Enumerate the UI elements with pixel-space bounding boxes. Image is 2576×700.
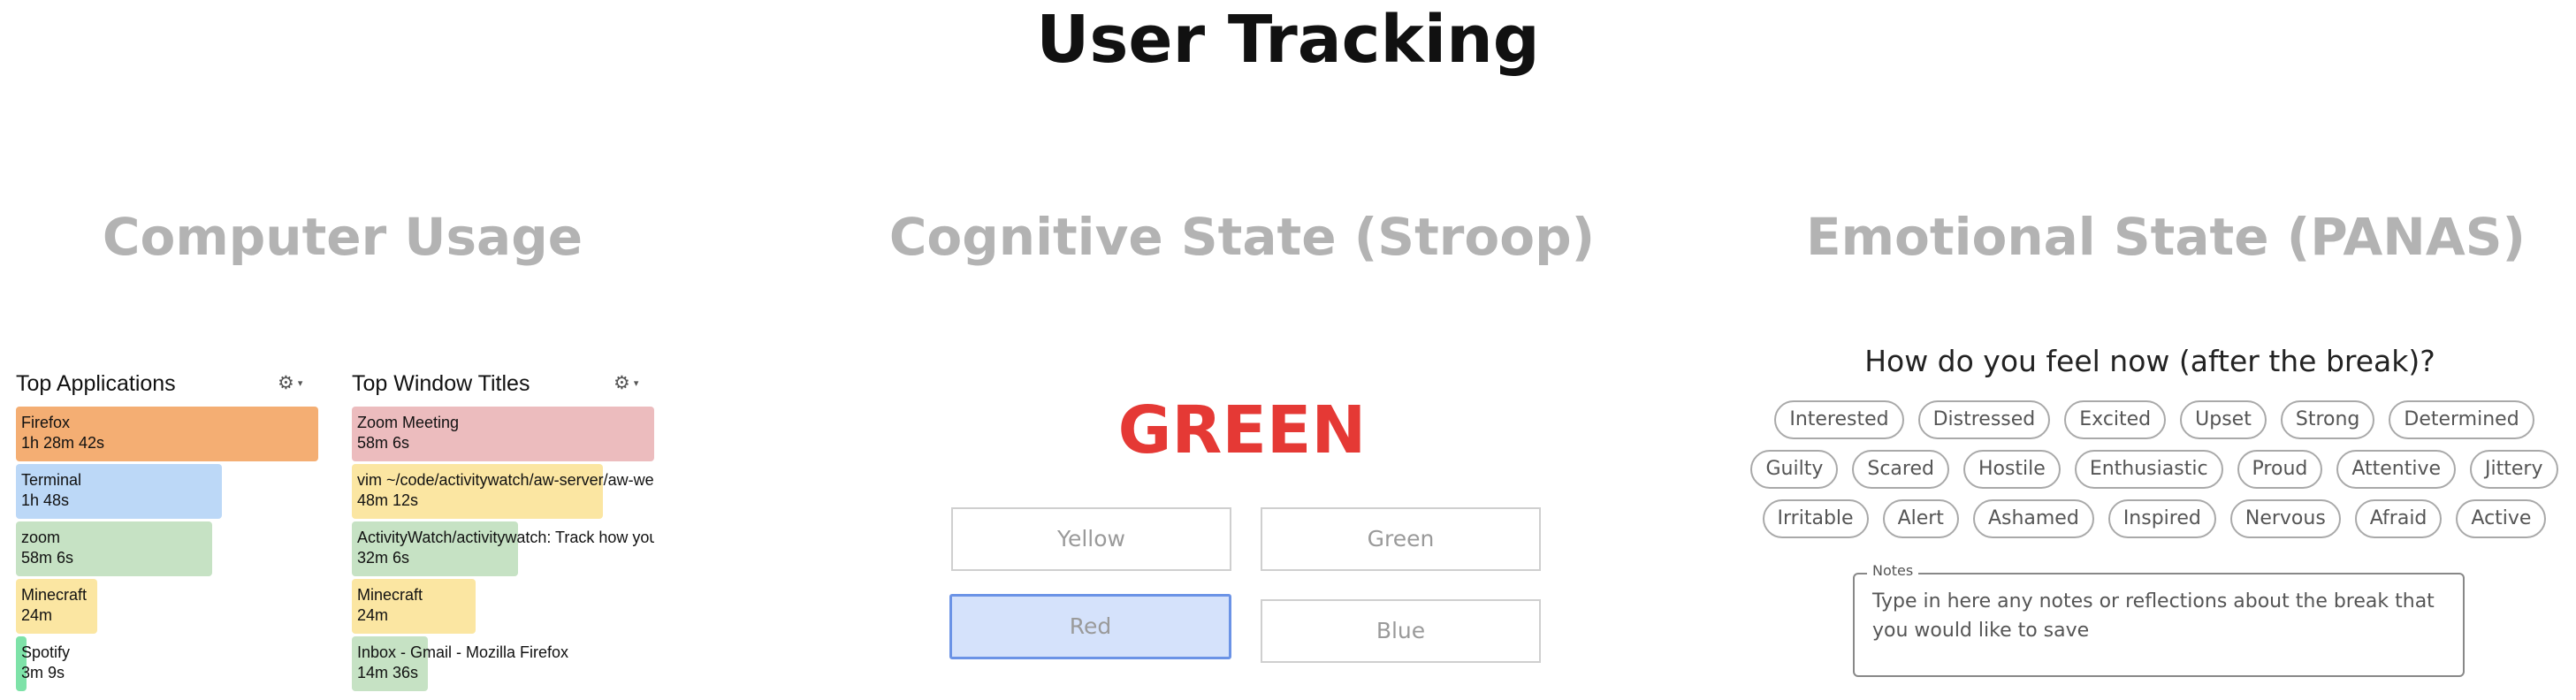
bar-item[interactable]: Minecraft 24m [352,579,654,634]
panas-chip-jittery[interactable]: Jittery [2470,450,2558,489]
section-title-cognitive-state: Cognitive State (Stroop) [888,207,1596,267]
bar-duration: 3m 9s [21,664,65,681]
caret-down-icon: ▾ [297,378,303,390]
panas-chip-active[interactable]: Active [2456,499,2547,538]
bar-label: Minecraft [357,586,423,604]
stroop-option-red[interactable]: Red [949,594,1231,659]
bar-duration: 24m [357,606,389,624]
top-applications-settings-button[interactable]: ⚙ ▾ [278,373,302,394]
panas-chip-inspired[interactable]: Inspired [2107,499,2216,538]
bar-label: Spotify [21,643,71,661]
panas-chip-irritable[interactable]: Irritable [1762,499,1869,538]
panas-chip-proud[interactable]: Proud [2237,450,2323,489]
bar-label: Inbox - Gmail - Mozilla Firefox [357,643,569,661]
stroop-option-yellow[interactable]: Yellow [951,507,1231,571]
bar-duration: 58m 6s [21,549,74,567]
panas-chip-guilty[interactable]: Guilty [1750,450,1839,489]
panas-chip-row: Irritable Alert Ashamed Inspired Nervous Afra… [1733,499,2576,538]
panas-chip-hostile[interactable]: Hostile [1962,450,2061,489]
top-window-titles-settings-button[interactable]: ⚙ ▾ [614,373,638,394]
notes-label: Notes [1867,562,1919,580]
notes-placeholder: Type in here any notes or reflections ab… [1872,590,2435,642]
bar-label: ActivityWatch/activitywatch: Track how y… [357,529,654,546]
bar-label: Zoom Meeting [357,414,460,431]
panas-chip-attentive[interactable]: Attentive [2336,450,2457,489]
bar-item[interactable]: zoom 58m 6s [16,521,318,576]
stroop-option-green[interactable]: Green [1261,507,1541,571]
bar-duration: 14m 36s [357,664,419,681]
bar-item[interactable]: Spotify 3m 9s [16,636,318,691]
panas-question: How do you feel now (after the break)? [1864,344,2435,378]
panas-chip-row: Interested Distressed Excited Upset Strong De… [1733,400,2576,439]
caret-down-icon: ▾ [633,378,639,390]
stroop-option-blue[interactable]: Blue [1261,599,1541,663]
bar-duration: 1h 48s [21,491,70,509]
bar-label: vim ~/code/activitywatch/aw-server/aw-we… [357,471,654,489]
panas-chip-alert[interactable]: Alert [1882,499,1959,538]
bar-label: Terminal [21,471,82,489]
bar-duration: 32m 6s [357,549,410,567]
bar-item[interactable]: Firefox 1h 28m 42s [16,407,318,461]
bar-label: zoom [21,529,61,546]
bar-label: Minecraft [21,586,88,604]
section-title-computer-usage: Computer Usage [102,207,583,267]
panas-chip-determined[interactable]: Determined [2389,400,2534,439]
bar-duration: 58m 6s [357,434,410,452]
stroop-word: GREEN [1117,392,1367,468]
panas-chip-row: Guilty Scared Hostile Enthusiastic Proud Atte… [1733,450,2576,489]
bar-duration: 1h 28m 42s [21,434,105,452]
panas-chip-excited[interactable]: Excited [2064,400,2167,439]
bar-item[interactable]: Inbox - Gmail - Mozilla Firefox 14m 36s [352,636,654,691]
bar-item[interactable]: Zoom Meeting 58m 6s [352,407,654,461]
page-title: User Tracking [1036,2,1540,78]
bar-item[interactable]: Terminal 1h 48s [16,464,318,519]
gear-icon: ⚙ [278,373,294,393]
bar-label: Firefox [21,414,71,431]
top-applications-title: Top Applications [16,371,176,396]
bar-duration: 48m 12s [357,491,419,509]
panas-chip-enthusiastic[interactable]: Enthusiastic [2074,450,2223,489]
top-window-titles-title: Top Window Titles [352,371,530,396]
section-title-emotional-state: Emotional State (PANAS) [1805,207,2526,267]
panas-chip-distressed[interactable]: Distressed [1917,400,2051,439]
panas-chip-strong[interactable]: Strong [2280,400,2375,439]
panas-chip-ashamed[interactable]: Ashamed [1972,499,2094,538]
panas-chip-interested[interactable]: Interested [1774,400,1904,439]
panas-chip-scared[interactable]: Scared [1852,450,1949,489]
panas-chip-afraid[interactable]: Afraid [2354,499,2443,538]
panas-chip-upset[interactable]: Upset [2180,400,2267,439]
gear-icon: ⚙ [614,373,630,393]
bar-duration: 24m [21,606,53,624]
bar-item[interactable]: vim ~/code/activitywatch/aw-server/aw-we… [352,464,654,519]
bar-item[interactable]: Minecraft 24m [16,579,318,634]
bar-item[interactable]: ActivityWatch/activitywatch: Track how y… [352,521,654,576]
panas-chip-nervous[interactable]: Nervous [2229,499,2341,538]
